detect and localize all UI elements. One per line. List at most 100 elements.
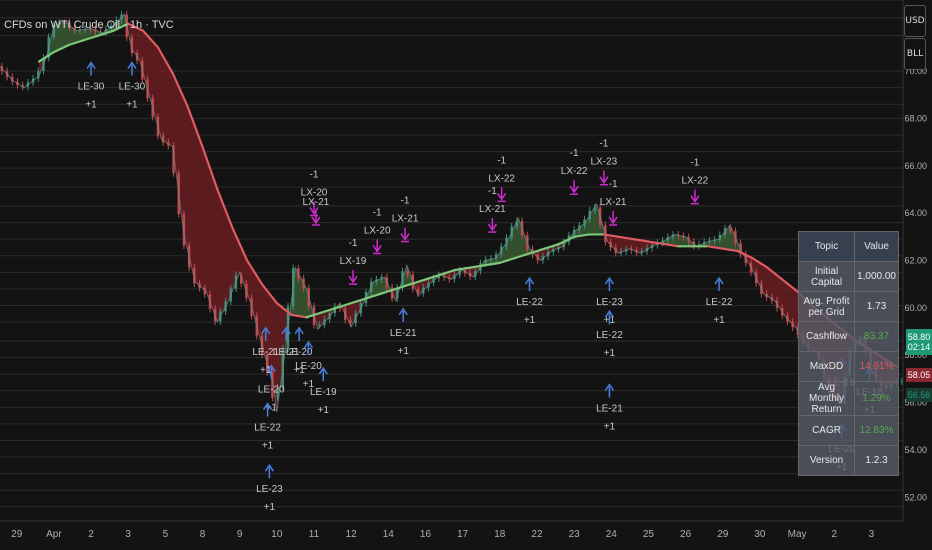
exit-label: LX-23: [591, 157, 618, 168]
time-axis-tick: 3: [869, 529, 875, 540]
entry-label: LE-30: [78, 82, 105, 93]
time-axis-tick: 5: [163, 529, 169, 540]
stats-value: 12.83%: [854, 415, 899, 446]
entry-label: LE-20: [295, 361, 322, 372]
exit-label: LX-19: [340, 256, 367, 267]
price-badge-red: 58.05: [906, 368, 932, 382]
exit-label: -1: [609, 179, 618, 190]
exit-label: -1: [349, 238, 358, 249]
stats-row: Cashflow 83.37: [797, 321, 899, 352]
price-chart[interactable]: LE-30 +1 LE-30 +1 LE-21 +1 LE-20 +1 LE-22 +1 LE-23…: [0, 0, 932, 550]
bar-countdown: 02:14: [907, 342, 931, 352]
exit-label: -1: [401, 196, 410, 207]
stats-topic: Avg Monthly Return: [797, 381, 856, 416]
entry-label: LE-23: [596, 297, 623, 308]
stats-value: 1.2.3: [854, 445, 899, 476]
time-axis-tick: 11: [309, 529, 320, 540]
price-axis-tick: 64.00: [904, 208, 927, 218]
entry-label: +1: [713, 315, 725, 326]
currency-button-usd[interactable]: USD: [904, 5, 926, 37]
time-axis-tick: 3: [125, 529, 131, 540]
exit-label: -1: [599, 139, 608, 150]
exit-label: -1: [373, 207, 382, 218]
exit-label: LX-22: [561, 166, 588, 177]
time-axis-tick: 2: [88, 529, 94, 540]
time-axis-tick: 14: [383, 529, 395, 540]
exit-label: LX-22: [682, 176, 709, 187]
time-axis-tick: 25: [643, 529, 655, 540]
strategy-stats-table: Topic Value Initial Capital 1,000.00 Avg…: [797, 231, 899, 476]
stats-value: 83.37: [854, 321, 899, 352]
time-axis-tick: Apr: [46, 529, 62, 540]
stats-topic: Cashflow: [797, 321, 856, 352]
entry-label: +1: [318, 405, 330, 416]
exit-label: -1: [310, 170, 319, 181]
exit-label: -1: [497, 155, 506, 166]
price-badge-green: 56.56: [906, 388, 932, 402]
time-axis-tick: 30: [754, 529, 766, 540]
exit-label: -1: [488, 186, 497, 197]
entry-label: LE-22: [596, 330, 623, 341]
time-axis-tick: 8: [200, 529, 206, 540]
stats-topic: CAGR: [797, 415, 856, 446]
stats-value: 14.91%: [854, 351, 899, 382]
price-axis-tick: 52.00: [904, 492, 927, 502]
entry-label: LE-22: [706, 297, 733, 308]
entry-label: +1: [524, 315, 536, 326]
stats-header-value: Value: [854, 231, 899, 262]
price-axis-tick: 62.00: [904, 256, 927, 266]
exit-label: LX-21: [479, 204, 506, 215]
time-axis-tick: 18: [494, 529, 506, 540]
time-axis-tick: 10: [271, 529, 283, 540]
stats-value: 1,000.00: [854, 261, 899, 292]
time-axis-tick: 9: [237, 529, 243, 540]
current-price-badge: 58.80 02:14: [906, 329, 932, 355]
exit-label: -1: [570, 148, 579, 159]
stats-topic: MaxDD: [797, 351, 856, 382]
entry-label: +1: [604, 422, 616, 433]
price-axis-tick: 68.00: [904, 113, 927, 123]
stats-topic: Version: [797, 445, 856, 476]
price-axis-panel: [903, 0, 932, 550]
time-axis-tick: 16: [420, 529, 432, 540]
chart-title: CFDs on WTI Crude Oil · 1h · TVC: [4, 19, 174, 31]
exit-label: LX-21: [303, 197, 330, 208]
candle-body: [318, 324, 321, 326]
entry-label: LE-20: [258, 385, 285, 396]
stats-row: Initial Capital 1,000.00: [797, 261, 899, 292]
entry-label: LE-21: [390, 328, 417, 339]
entry-label: +1: [262, 441, 274, 452]
entry-label: LE-19: [310, 387, 337, 398]
entry-label: LE-22: [254, 423, 281, 434]
stats-value: 1.73: [854, 291, 899, 322]
exit-label: LX-21: [600, 197, 627, 208]
stats-header-topic: Topic: [797, 231, 856, 262]
price-axis-tick: 54.00: [904, 445, 927, 455]
candle-body: [406, 271, 409, 275]
current-price-value: 58.80: [907, 332, 931, 342]
time-axis-tick: 17: [457, 529, 469, 540]
entry-label: +1: [126, 100, 138, 111]
time-axis-tick: 26: [680, 529, 692, 540]
unit-button-bll[interactable]: BLL: [904, 38, 926, 70]
entry-label: LE-21: [596, 404, 623, 415]
entry-label: +1: [397, 346, 409, 357]
entry-label: +1: [85, 100, 97, 111]
time-axis-tick: 23: [569, 529, 581, 540]
entry-label: LE-23: [256, 484, 283, 495]
stats-row: MaxDD 14.91%: [797, 351, 899, 382]
time-axis-tick: May: [788, 529, 807, 540]
exit-label: LX-22: [488, 173, 515, 184]
stats-row: Avg. Profit per Grid 1.73: [797, 291, 899, 322]
exit-label: LX-20: [364, 225, 391, 236]
stats-value: 1.29%: [854, 381, 899, 416]
price-axis-tick: 60.00: [904, 303, 927, 313]
time-axis-tick: 22: [531, 529, 543, 540]
time-axis-tick: 2: [831, 529, 837, 540]
exit-label: LX-21: [392, 214, 419, 225]
entry-label: +1: [604, 348, 616, 359]
stats-header-row: Topic Value: [797, 231, 899, 262]
entry-label: LE-30: [119, 82, 146, 93]
price-axis-tick: 66.00: [904, 161, 927, 171]
candle-body: [729, 228, 732, 232]
